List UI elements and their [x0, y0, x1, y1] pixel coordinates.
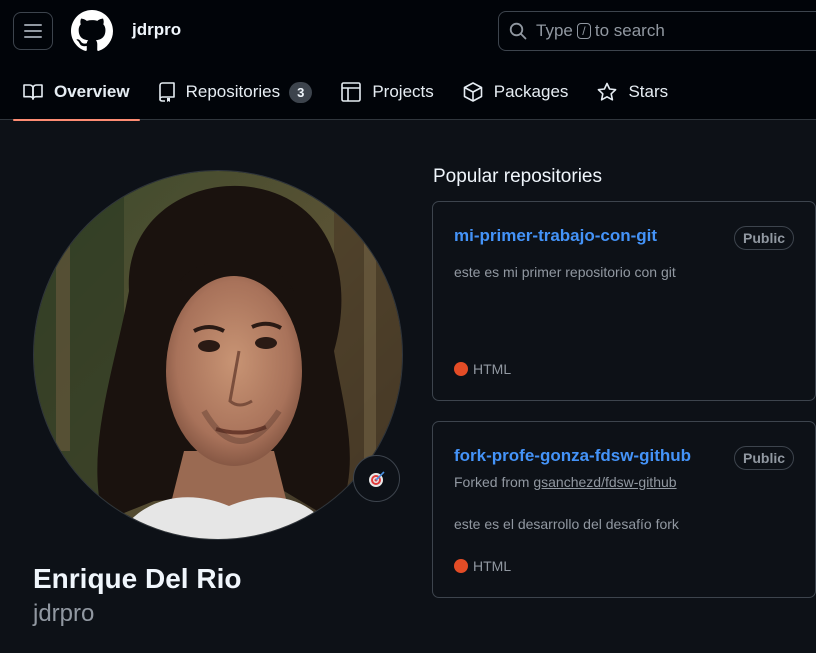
repo-card: mi-primer-trabajo-con-git Public este es…: [432, 201, 816, 401]
profile-tabs: Overview Repositories 3 Projects Package…: [13, 64, 687, 121]
target-emoji-icon: [368, 470, 385, 487]
popular-repositories-heading: Popular repositories: [433, 166, 602, 187]
repo-name-link[interactable]: fork-profe-gonza-fdsw-github: [454, 446, 691, 466]
tab-label: Packages: [493, 82, 569, 101]
repo-icon: [158, 82, 175, 102]
tab-stars[interactable]: Stars: [587, 64, 678, 120]
repo-description: este es mi primer repositorio con git: [454, 264, 676, 280]
top-bar: jdrpro Type / to search Overview Reposit…: [0, 0, 816, 121]
repo-language: HTML: [454, 361, 511, 377]
tab-label: Projects: [372, 82, 434, 101]
search-placeholder-suffix: to search: [594, 21, 665, 40]
status-button[interactable]: [353, 455, 400, 502]
table-icon: [341, 82, 362, 102]
book-icon: [23, 84, 43, 100]
tab-repositories[interactable]: Repositories 3: [149, 64, 323, 120]
language-color-dot: [454, 559, 468, 573]
tab-projects[interactable]: Projects: [331, 64, 443, 120]
language-label: HTML: [473, 558, 512, 574]
forked-from-link[interactable]: gsanchezd/fdsw-github: [533, 474, 676, 490]
language-color-dot: [454, 362, 468, 376]
search-shortcut-key: /: [576, 23, 591, 39]
tab-label: Stars: [628, 82, 669, 101]
visibility-badge: Public: [734, 446, 795, 470]
tab-packages[interactable]: Packages: [453, 64, 579, 120]
forked-from: Forked from gsanchezd/fdsw-github: [454, 474, 677, 490]
avatar[interactable]: [33, 170, 403, 540]
tab-label: Repositories: [185, 82, 281, 101]
forked-from-prefix: Forked from: [454, 474, 530, 490]
profile-full-name: Enrique Del Rio: [33, 563, 242, 594]
repo-description: este es el desarrollo del desafío fork: [454, 516, 679, 532]
repositories-count-badge: 3: [289, 81, 313, 103]
profile-login: jdrpro: [33, 600, 95, 627]
repo-card: fork-profe-gonza-fdsw-github Public Fork…: [432, 421, 816, 598]
star-icon: [598, 82, 617, 101]
language-label: HTML: [473, 361, 512, 377]
search-placeholder-prefix: Type: [536, 21, 573, 40]
repo-name-link[interactable]: mi-primer-trabajo-con-git: [454, 226, 657, 246]
header-username[interactable]: jdrpro: [132, 20, 181, 40]
package-icon: [463, 82, 483, 102]
avatar-photo: [34, 171, 402, 539]
tab-label: Overview: [54, 82, 130, 101]
tab-overview[interactable]: Overview: [13, 64, 140, 121]
search-icon: [509, 22, 527, 40]
hamburger-icon: [24, 24, 42, 38]
repo-language: HTML: [454, 558, 511, 574]
search-input[interactable]: Type / to search: [498, 11, 816, 51]
visibility-badge: Public: [734, 226, 795, 250]
menu-button[interactable]: [13, 12, 53, 50]
github-logo-icon[interactable]: [71, 10, 113, 52]
